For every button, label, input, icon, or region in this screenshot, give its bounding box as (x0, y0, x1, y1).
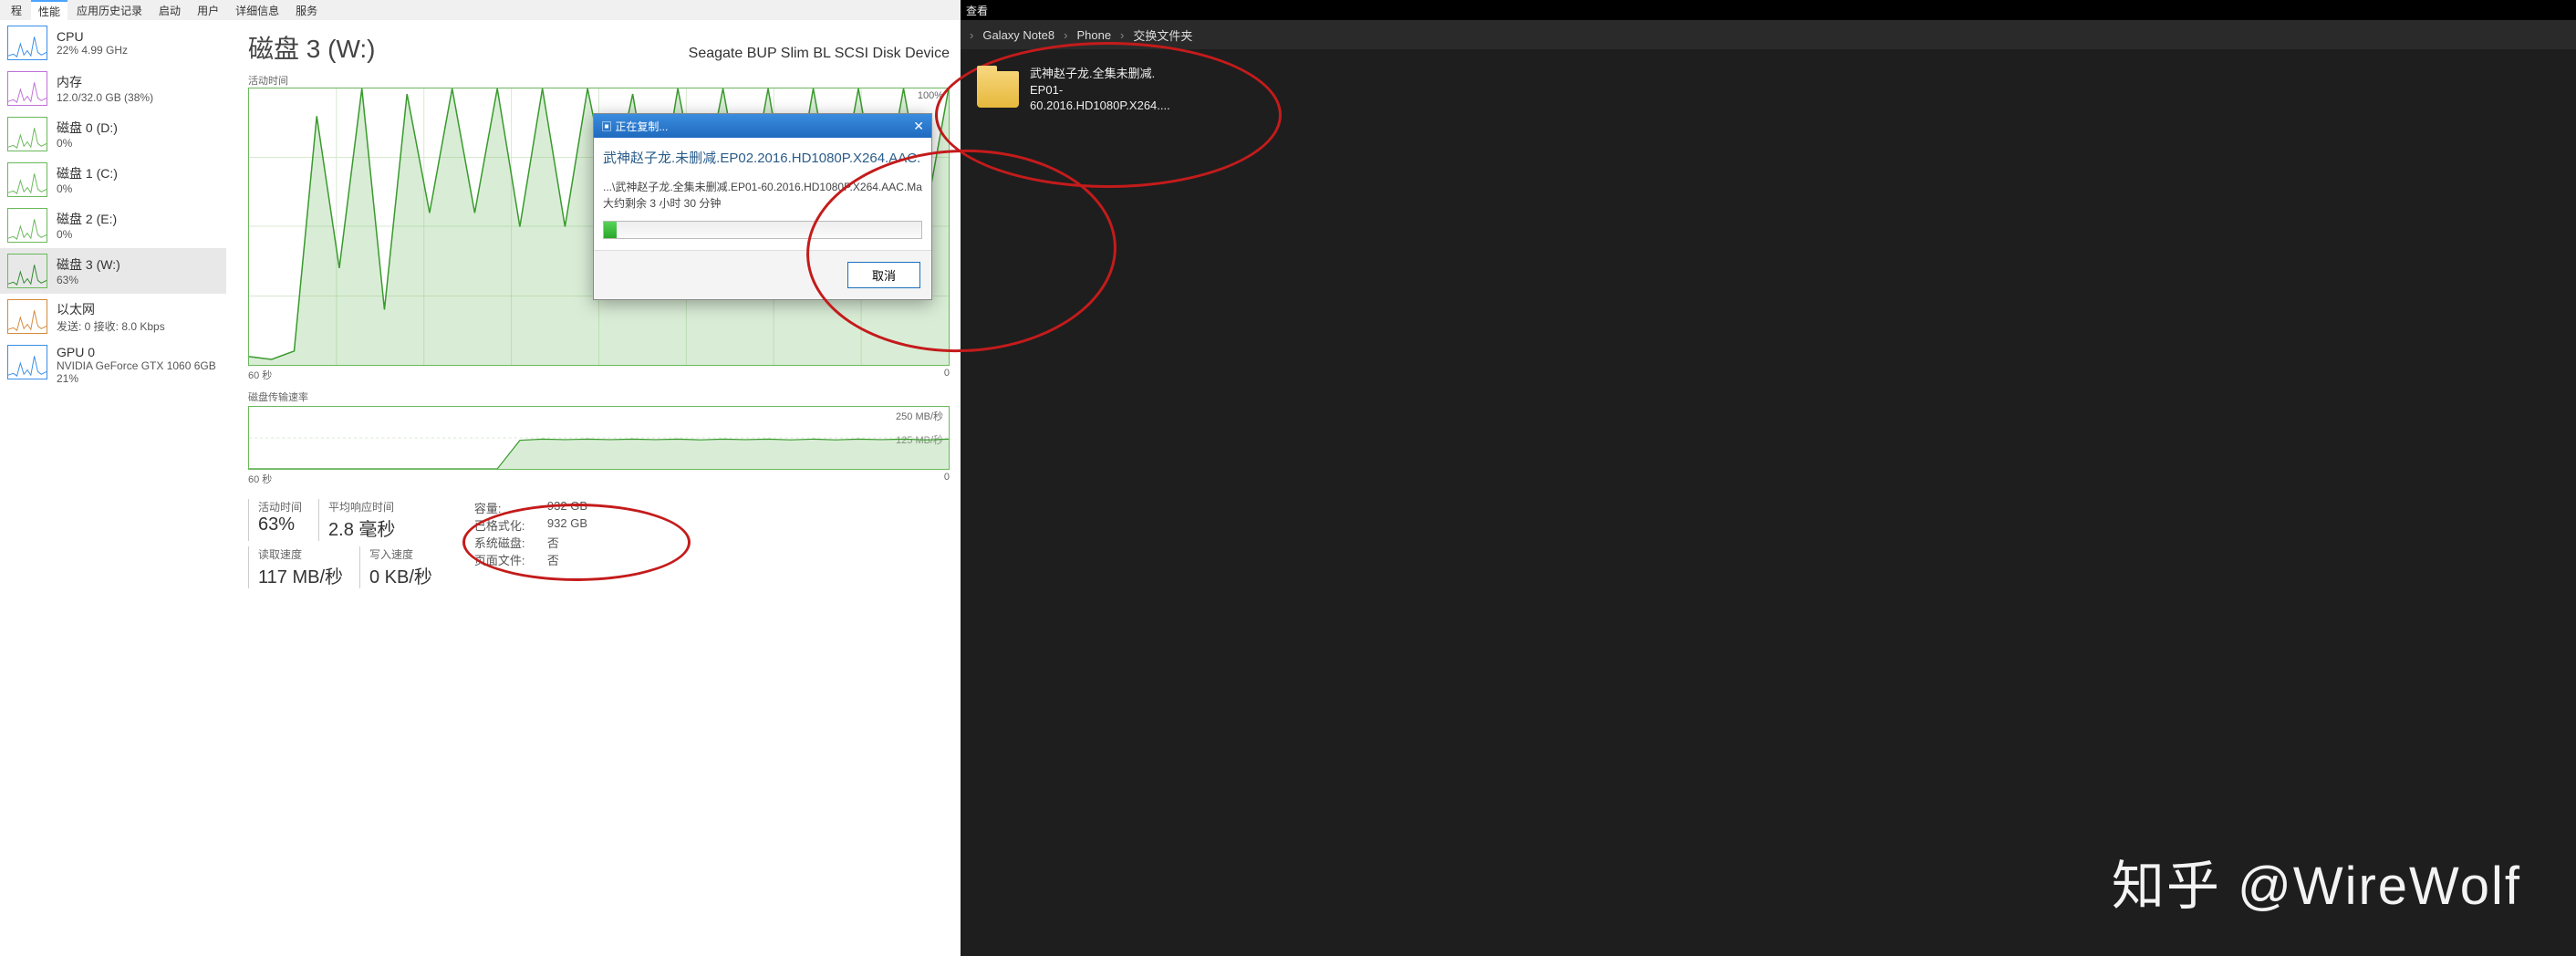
x-left: 60 秒 (248, 368, 272, 382)
folder-item[interactable]: 武神赵子龙.全集未删减. EP01-60.2016.HD1080P.X264..… (977, 66, 1196, 114)
sidebar-item-1[interactable]: 内存 12.0/32.0 GB (38%) (0, 66, 226, 111)
x-right: 0 (944, 368, 950, 382)
sidebar-title: CPU (57, 29, 128, 44)
sidebar-title: 磁盘 3 (W:) (57, 255, 120, 274)
sidebar-title: GPU 0 (57, 345, 216, 359)
sidebar-sub: 22% 4.99 GHz (57, 44, 128, 57)
sparkline-icon (7, 254, 47, 288)
tab-performance[interactable]: 性能 (31, 0, 68, 21)
copy-eta: 大约剩余 3 小时 30 分钟 (603, 195, 922, 212)
sidebar-sub: 发送: 0 接收: 8.0 Kbps (57, 318, 165, 334)
stat-active-time: 活动时间 63% (248, 499, 318, 541)
explorer-menu-view[interactable]: 查看 (966, 3, 988, 18)
copy-dialog: ▣ 正在复制... ✕ 武神赵子龙.未删减.EP02.2016.HD1080P.… (593, 113, 932, 300)
folder-icon (977, 71, 1019, 108)
folder-name-line1: 武神赵子龙.全集未删减. (1030, 66, 1196, 82)
stat-response-time: 平均响应时间 2.8 毫秒 (318, 499, 411, 541)
sidebar-item-3[interactable]: 磁盘 1 (C:) 0% (0, 157, 226, 203)
tab-processes[interactable]: 程 (4, 1, 29, 20)
sparkline-icon (7, 26, 47, 60)
sparkline-icon (7, 208, 47, 243)
sidebar-item-7[interactable]: GPU 0 NVIDIA GeForce GTX 1060 6GB21% (0, 339, 226, 390)
sparkline-icon (7, 162, 47, 197)
sidebar-sub: NVIDIA GeForce GTX 1060 6GB21% (57, 359, 216, 385)
crumb-folder[interactable]: 交换文件夹 (1133, 26, 1192, 44)
sidebar-item-2[interactable]: 磁盘 0 (D:) 0% (0, 111, 226, 157)
stat-write-speed: 写入速度 0 KB/秒 (359, 546, 449, 588)
sidebar-title: 磁盘 0 (D:) (57, 119, 118, 137)
sidebar-item-0[interactable]: CPU 22% 4.99 GHz (0, 20, 226, 66)
sidebar-sub: 0% (57, 137, 118, 150)
sidebar-title: 以太网 (57, 300, 165, 318)
stat-read-speed: 读取速度 117 MB/秒 (248, 546, 359, 588)
folder-name-line2: EP01-60.2016.HD1080P.X264.... (1030, 82, 1196, 114)
sidebar-sub: 0% (57, 182, 118, 195)
tab-services[interactable]: 服务 (288, 1, 325, 20)
sparkline-icon (7, 299, 47, 334)
sidebar-title: 内存 (57, 73, 153, 91)
tab-startup[interactable]: 启动 (151, 1, 188, 20)
transfer-graph: 250 MB/秒 125 MB/秒 (248, 406, 950, 470)
tab-users[interactable]: 用户 (190, 1, 226, 20)
x-right-2: 0 (944, 472, 950, 486)
watermark: 知乎 @WireWolf (2112, 843, 2521, 920)
graph-activity-label: 活动时间 (248, 73, 950, 88)
x-left-2: 60 秒 (248, 472, 272, 486)
sidebar-title: 磁盘 1 (C:) (57, 164, 118, 182)
annotation-circle-folder (935, 42, 1282, 188)
device-name: Seagate BUP Slim BL SCSI Disk Device (689, 46, 950, 62)
sidebar-sub: 0% (57, 228, 117, 241)
sidebar-sub: 63% (57, 274, 120, 286)
sidebar-item-6[interactable]: 以太网 发送: 0 接收: 8.0 Kbps (0, 294, 226, 339)
copy-filename: 武神赵子龙.未删减.EP02.2016.HD1080P.X264.AAC. (603, 149, 922, 170)
sparkline-icon (7, 117, 47, 151)
tab-app-history[interactable]: 应用历史记录 (69, 1, 150, 20)
tab-details[interactable]: 详细信息 (228, 1, 286, 20)
sidebar-item-4[interactable]: 磁盘 2 (E:) 0% (0, 203, 226, 248)
disk-properties: 容量:932 GB已格式化:932 GB系统磁盘:否页面文件:否 (474, 499, 587, 588)
progress-bar (603, 221, 922, 239)
sparkline-icon (7, 71, 47, 106)
sparkline-icon (7, 345, 47, 379)
crumb-phone[interactable]: Phone (1076, 28, 1111, 42)
copy-destination: ...\武神赵子龙.全集未删减.EP01-60.2016.HD1080P.X26… (603, 179, 922, 195)
close-icon[interactable]: ✕ (913, 119, 924, 134)
sidebar-sub: 12.0/32.0 GB (38%) (57, 91, 153, 104)
breadcrumb[interactable]: › Galaxy Note8 › Phone › 交换文件夹 (961, 20, 2576, 49)
cancel-button[interactable]: 取消 (847, 262, 920, 288)
task-manager-tabs: 程 性能 应用历史记录 启动 用户 详细信息 服务 (0, 0, 961, 20)
crumb-device[interactable]: Galaxy Note8 (982, 28, 1054, 42)
graph-transfer-label: 磁盘传输速率 (248, 390, 950, 404)
dialog-title: ▣ 正在复制... (601, 119, 668, 134)
page-title: 磁盘 3 (W:) (248, 29, 375, 66)
sidebar-title: 磁盘 2 (E:) (57, 210, 117, 228)
sidebar-item-5[interactable]: 磁盘 3 (W:) 63% (0, 248, 226, 294)
